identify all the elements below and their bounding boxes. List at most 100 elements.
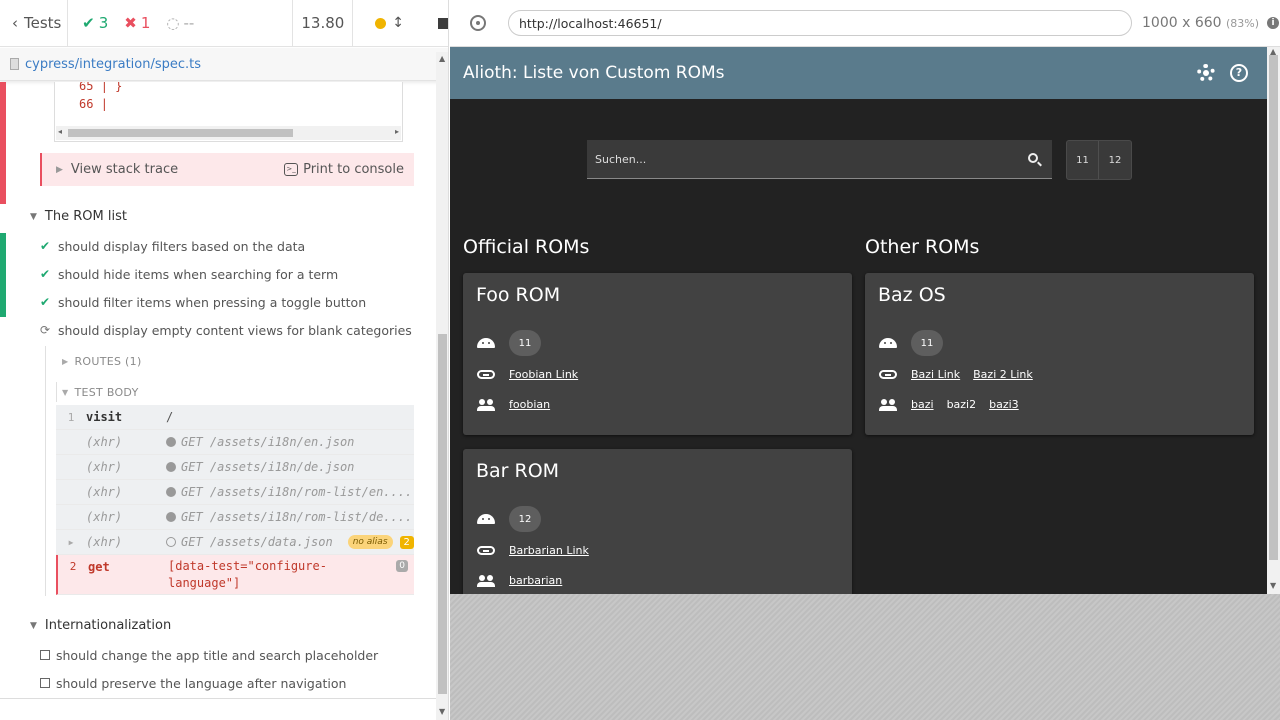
pending-checkbox-icon bbox=[40, 678, 50, 688]
search-icon bbox=[1028, 153, 1038, 163]
url-bar[interactable]: http://localhost:46651/ bbox=[508, 10, 1132, 36]
command-name: (xhr) bbox=[86, 460, 123, 474]
caret-right-icon: ▶ bbox=[62, 357, 69, 366]
test-row[interactable]: ✔ should hide items when searching for a… bbox=[40, 260, 338, 288]
failed-command-row[interactable]: 2 get [data-test="configure-language"] 0 bbox=[56, 555, 414, 595]
test-body-toggle[interactable]: ▼ TEST BODY bbox=[62, 386, 139, 399]
xhr-url: GET /assets/i18n/rom-list/de.... bbox=[181, 510, 413, 524]
scroll-thumb[interactable] bbox=[1269, 55, 1278, 560]
test-row[interactable]: should preserve the language after navig… bbox=[40, 669, 346, 697]
info-icon[interactable]: i bbox=[1267, 17, 1280, 29]
status-dot-icon bbox=[166, 512, 176, 522]
rom-card: Bar ROM 12 Barbarian Link barbarian bbox=[463, 449, 852, 594]
failed-count: 1 bbox=[140, 14, 151, 32]
passed-tests-bar bbox=[0, 233, 6, 317]
stop-button[interactable] bbox=[438, 17, 448, 29]
help-icon[interactable]: ? bbox=[1230, 64, 1248, 82]
rom-link[interactable]: Barbarian Link bbox=[509, 544, 589, 557]
suite-title: Internationalization bbox=[44, 618, 172, 633]
command-message: GET /assets/i18n/en.json bbox=[166, 435, 354, 449]
scroll-up-icon[interactable]: ▲ bbox=[439, 54, 445, 63]
stack-trace-row: ▶ View stack trace >_ Print to console bbox=[40, 153, 414, 186]
suite-internationalization[interactable]: ▼ Internationalization bbox=[30, 618, 171, 633]
scroll-down-icon[interactable]: ▼ bbox=[1270, 581, 1276, 590]
check-icon: ✔ bbox=[40, 239, 51, 253]
maintainers-row: barbarian bbox=[477, 574, 562, 587]
reporter-scrollbar[interactable]: ▲ ▼ bbox=[436, 52, 448, 720]
print-to-console-label: Print to console bbox=[303, 162, 404, 177]
scroll-right-icon[interactable]: ▸ bbox=[395, 127, 399, 136]
maintainer-link[interactable]: foobian bbox=[509, 398, 550, 411]
test-title: should change the app title and search p… bbox=[56, 647, 379, 663]
rom-link[interactable]: Foobian Link bbox=[509, 368, 578, 381]
maintainer-link[interactable]: bazi3 bbox=[989, 398, 1019, 411]
alias-badge: no alias bbox=[347, 535, 393, 549]
command-row[interactable]: (xhr) GET /assets/i18n/de.json bbox=[56, 455, 414, 480]
test-title: should preserve the language after navig… bbox=[56, 675, 347, 691]
maintainer-name: bazi2 bbox=[946, 398, 977, 411]
routes-toggle[interactable]: ▶ ROUTES (1) bbox=[62, 355, 142, 368]
toggle-11[interactable]: 11 bbox=[1067, 141, 1099, 179]
command-name: (xhr) bbox=[86, 535, 123, 549]
command-message: / bbox=[166, 410, 174, 424]
command-row[interactable]: (xhr) GET /assets/i18n/en.json bbox=[56, 430, 414, 455]
app-toolbar: Alioth: Liste von Custom ROMs ? bbox=[450, 47, 1267, 99]
test-row[interactable]: ⟳ should display empty content views for… bbox=[40, 316, 412, 344]
test-row[interactable]: should change the app title and search p… bbox=[40, 641, 378, 669]
search-input[interactable]: Suchen... bbox=[587, 140, 1052, 179]
tree-line bbox=[56, 382, 57, 402]
aut-iframe-container: Alioth: Liste von Custom ROMs ? Suchen..… bbox=[450, 47, 1280, 720]
maintainer-link[interactable]: barbarian bbox=[509, 574, 562, 587]
routes-label: ROUTES (1) bbox=[74, 355, 142, 368]
other-roms-heading: Other ROMs bbox=[865, 236, 980, 258]
links-row: Barbarian Link bbox=[477, 544, 589, 557]
test-row[interactable]: ✔ should filter items when pressing a to… bbox=[40, 288, 366, 316]
scroll-down-icon[interactable]: ▼ bbox=[439, 707, 445, 716]
scroll-left-icon[interactable]: ◂ bbox=[58, 127, 62, 136]
reporter-hscrollbar[interactable] bbox=[0, 698, 436, 720]
app-under-test: Alioth: Liste von Custom ROMs ? Suchen..… bbox=[450, 47, 1267, 594]
rom-link[interactable]: Bazi Link bbox=[911, 368, 960, 381]
tests-label: Tests bbox=[24, 14, 62, 32]
command-name: get bbox=[88, 560, 110, 574]
tree-line bbox=[45, 346, 46, 596]
command-row[interactable]: 1 visit / bbox=[56, 405, 414, 430]
app-scrollbar[interactable]: ▲ ▼ bbox=[1267, 47, 1280, 594]
suite-rom-list[interactable]: ▼ The ROM list bbox=[30, 209, 127, 224]
command-row[interactable]: (xhr) GET /assets/i18n/rom-list/en.... bbox=[56, 480, 414, 505]
rom-link[interactable]: Bazi 2 Link bbox=[973, 368, 1033, 381]
passed-stat: ✔ 3 bbox=[82, 14, 108, 32]
running-indicator-icon bbox=[375, 17, 387, 29]
test-row[interactable]: ✔ should display filters based on the da… bbox=[40, 232, 305, 260]
command-message: [data-test="configure-language"] bbox=[168, 559, 327, 590]
scroll-thumb[interactable] bbox=[68, 129, 293, 137]
app-title: Alioth: Liste von Custom ROMs bbox=[463, 63, 725, 83]
spec-path[interactable]: cypress/integration/spec.ts bbox=[25, 57, 201, 72]
auto-scroll-icon[interactable]: ↕ bbox=[392, 15, 404, 31]
maintainer-link[interactable]: bazi bbox=[911, 398, 934, 411]
command-name: visit bbox=[86, 410, 123, 424]
print-to-console-button[interactable]: >_ Print to console bbox=[284, 162, 404, 177]
view-stack-trace-button[interactable]: View stack trace bbox=[71, 162, 178, 177]
toggle-12[interactable]: 12 bbox=[1099, 141, 1131, 179]
count-badge: 2 bbox=[399, 535, 414, 549]
caret-right-icon: ▶ bbox=[56, 164, 63, 175]
gear-icon[interactable] bbox=[1197, 64, 1215, 82]
command-row[interactable]: (xhr) GET /assets/i18n/rom-list/de.... bbox=[56, 505, 414, 530]
command-message: GET /assets/i18n/de.json bbox=[166, 460, 354, 474]
toolbar-actions: ? bbox=[1197, 64, 1248, 82]
code-frame-scrollbar[interactable]: ◂ ▸ bbox=[56, 126, 401, 140]
command-message: GET /assets/i18n/rom-list/en.... bbox=[166, 485, 412, 499]
caret-down-icon: ▼ bbox=[62, 388, 69, 397]
scroll-thumb[interactable] bbox=[438, 334, 447, 694]
people-icon bbox=[879, 398, 897, 411]
selector-playground-icon[interactable] bbox=[470, 15, 486, 31]
viewport-size: 1000 x 660 bbox=[1142, 15, 1222, 31]
maintainers-row: bazi bazi2 bazi3 bbox=[879, 398, 1019, 411]
check-icon: ✔ bbox=[40, 267, 51, 281]
rom-title: Foo ROM bbox=[476, 284, 561, 306]
caret-down-icon: ▼ bbox=[30, 211, 37, 222]
viewport-info[interactable]: 1000 x 660 (83%) bbox=[1142, 15, 1259, 31]
tests-button[interactable]: ‹ Tests bbox=[0, 0, 69, 47]
command-row[interactable]: ▶ (xhr) GET /assets/data.json no alias 2 bbox=[56, 530, 414, 555]
